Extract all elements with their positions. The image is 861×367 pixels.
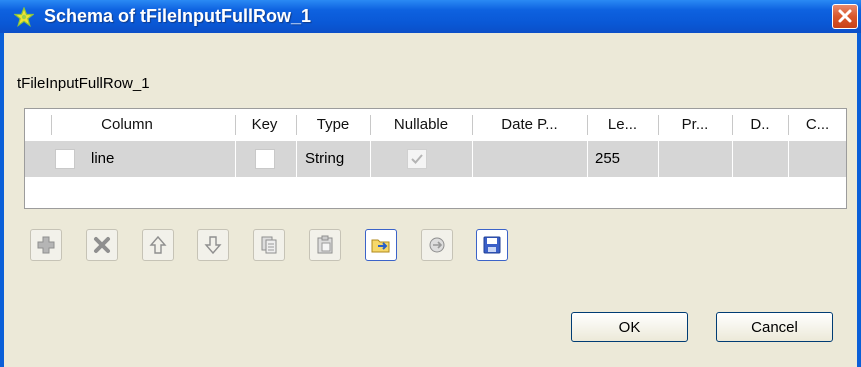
cell-column-name[interactable]: line [91, 141, 231, 177]
cell-precision[interactable] [661, 141, 729, 177]
header-length[interactable]: Le... [588, 113, 657, 137]
save-button[interactable] [476, 229, 508, 261]
cell-default[interactable] [735, 141, 785, 177]
window-title: Schema of tFileInputFullRow_1 [44, 6, 312, 26]
move-down-button[interactable] [197, 229, 229, 261]
nullable-checkbox[interactable] [407, 149, 427, 169]
paste-button[interactable] [309, 229, 341, 261]
talend-star-icon [14, 7, 34, 27]
cell-comment[interactable] [791, 141, 845, 177]
copy-button[interactable] [253, 229, 285, 261]
title-bar[interactable]: Schema of tFileInputFullRow_1 [0, 0, 861, 33]
close-button[interactable] [832, 4, 858, 29]
export-button[interactable] [421, 229, 453, 261]
header-default[interactable]: D.. [733, 113, 787, 137]
paste-icon [317, 235, 333, 254]
cell-date-pattern[interactable] [475, 141, 585, 177]
header-type[interactable]: Type [297, 113, 369, 137]
row-selector-header [25, 113, 49, 137]
component-label: tFileInputFullRow_1 [17, 75, 150, 92]
move-down-icon [204, 236, 222, 255]
import-button[interactable] [365, 229, 397, 261]
header-date-pattern[interactable]: Date P... [473, 113, 586, 137]
save-icon [483, 236, 501, 254]
copy-icon [261, 236, 277, 254]
move-up-icon [149, 235, 167, 254]
header-column[interactable]: Column [52, 113, 202, 137]
check-icon [411, 154, 423, 164]
cell-length[interactable]: 255 [595, 141, 655, 177]
ok-button[interactable]: OK [571, 312, 688, 342]
header-precision[interactable]: Pr... [659, 113, 731, 137]
table-header: Column Key Type Nullable Date P... Le...… [25, 109, 846, 141]
cell-type[interactable]: String [305, 141, 369, 177]
row-select-box[interactable] [55, 149, 75, 169]
move-up-button[interactable] [142, 229, 174, 261]
close-icon [838, 9, 852, 23]
schema-table: Column Key Type Nullable Date P... Le...… [24, 108, 847, 209]
table-row[interactable]: line String 255 [25, 141, 846, 177]
header-comment[interactable]: C... [789, 113, 846, 137]
key-checkbox[interactable] [255, 149, 275, 169]
add-button[interactable] [30, 229, 62, 261]
header-nullable[interactable]: Nullable [371, 113, 471, 137]
delete-button[interactable] [86, 229, 118, 261]
export-icon [429, 237, 445, 253]
cancel-button[interactable]: Cancel [716, 312, 833, 342]
schema-dialog: Schema of tFileInputFullRow_1 tFileInput… [0, 0, 861, 367]
import-icon [371, 239, 390, 253]
header-key[interactable]: Key [236, 113, 293, 137]
add-icon [37, 236, 55, 254]
delete-icon [94, 237, 110, 253]
